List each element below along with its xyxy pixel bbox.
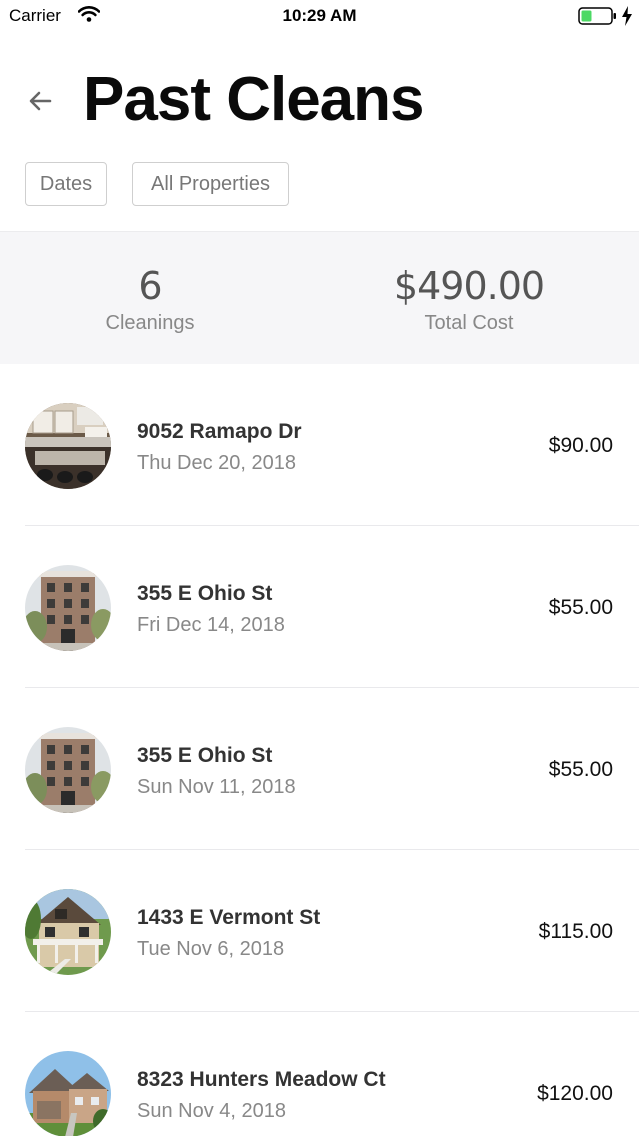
- page-title: Past Cleans: [83, 65, 425, 134]
- property-address: 355 E Ohio St: [137, 582, 273, 605]
- clean-list-item[interactable]: 355 E Ohio St Fri Dec 14, 2018 $55.00: [0, 526, 639, 688]
- property-address: 9052 Ramapo Dr: [137, 420, 302, 443]
- clean-price: $120.00: [537, 1082, 613, 1105]
- dates-filter-button[interactable]: Dates: [25, 162, 107, 206]
- status-time: 10:29 AM: [282, 6, 357, 25]
- total-cost-stat: $490.00 Total Cost: [319, 264, 619, 335]
- clean-date: Sun Nov 11, 2018: [137, 776, 296, 798]
- clean-date: Sun Nov 4, 2018: [137, 1100, 286, 1122]
- clean-list-item[interactable]: 1433 E Vermont St Tue Nov 6, 2018 $115.0…: [0, 850, 639, 1012]
- cleanings-count: 6: [138, 264, 162, 308]
- total-cost-label: Total Cost: [424, 312, 514, 334]
- clean-date: Fri Dec 14, 2018: [137, 614, 285, 636]
- cleanings-stat: 6 Cleanings: [0, 264, 300, 335]
- clean-price: $55.00: [548, 758, 613, 781]
- property-photo-porch-house: [25, 889, 111, 975]
- clean-price: $55.00: [548, 596, 613, 619]
- property-address: 8323 Hunters Meadow Ct: [137, 1068, 386, 1091]
- clean-list-item[interactable]: 355 E Ohio St Sun Nov 11, 2018 $55.00: [0, 688, 639, 850]
- clean-list-item[interactable]: 8323 Hunters Meadow Ct Sun Nov 4, 2018 $…: [0, 1012, 639, 1136]
- properties-filter-button[interactable]: All Properties: [132, 162, 289, 206]
- total-cost-value: $490.00: [393, 264, 545, 308]
- clean-date: Tue Nov 6, 2018: [137, 938, 285, 960]
- charging-bolt-icon: [621, 6, 633, 31]
- clean-price: $115.00: [538, 920, 613, 943]
- clean-date: Thu Dec 20, 2018: [137, 452, 296, 474]
- property-photo-suburban-house: [25, 1051, 111, 1136]
- battery-icon: [578, 7, 618, 30]
- status-bar: Carrier 10:29 AM: [0, 0, 639, 34]
- clean-list-item[interactable]: 9052 Ramapo Dr Thu Dec 20, 2018 $90.00: [0, 364, 639, 526]
- past-cleans-list: 9052 Ramapo Dr Thu Dec 20, 2018 $90.00 3…: [0, 364, 639, 1136]
- back-arrow-icon[interactable]: [26, 87, 54, 115]
- summary-panel: 6 Cleanings $490.00 Total Cost: [0, 231, 639, 364]
- property-address: 1433 E Vermont St: [137, 906, 321, 929]
- cleanings-label: Cleanings: [105, 312, 195, 334]
- clean-price: $90.00: [548, 434, 613, 457]
- property-address: 355 E Ohio St: [137, 744, 273, 767]
- property-photo-building: [25, 565, 111, 651]
- property-photo-kitchen: [25, 403, 111, 489]
- property-photo-building: [25, 727, 111, 813]
